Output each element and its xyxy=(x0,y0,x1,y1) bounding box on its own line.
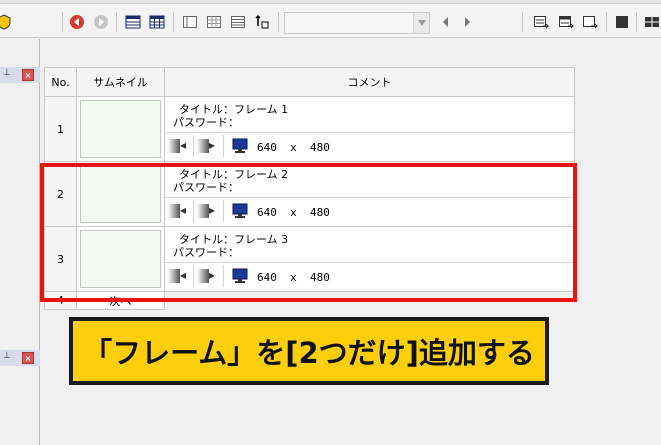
table-header-row: No. サムネイル コメント xyxy=(44,67,575,97)
toolbar xyxy=(0,0,661,38)
grid-view-icon[interactable] xyxy=(147,12,167,32)
column-header-thumbnail[interactable]: サムネイル xyxy=(76,67,165,97)
toolbar-separator xyxy=(62,12,63,32)
pin-icon[interactable]: ⊥ xyxy=(3,351,11,361)
next-icon[interactable] xyxy=(457,12,477,32)
stop-icon[interactable] xyxy=(612,12,632,32)
divider xyxy=(223,135,224,157)
monitor-icon[interactable] xyxy=(232,138,248,154)
column-header-no[interactable]: No. xyxy=(44,67,77,97)
divider xyxy=(193,135,194,157)
multi-frame-icon[interactable] xyxy=(204,12,224,32)
toolbar-separator xyxy=(522,12,523,32)
chevron-down-icon[interactable] xyxy=(413,13,429,33)
prev-icon[interactable] xyxy=(436,12,456,32)
single-frame-icon[interactable] xyxy=(180,12,200,32)
column-header-comment[interactable]: コメント xyxy=(164,67,575,97)
resolution-height: 480 xyxy=(310,141,330,154)
output-icon[interactable] xyxy=(580,12,600,32)
instruction-banner: 「フレーム」を[2つだけ]追加する xyxy=(69,317,549,385)
toolbar-separator xyxy=(278,12,279,32)
export-icon[interactable] xyxy=(531,12,551,32)
left-panel: ⊥ × ⊥ × xyxy=(0,39,40,445)
frame-select[interactable] xyxy=(284,12,430,34)
slide-in-icon[interactable]: ◂ xyxy=(168,137,190,154)
resolution: 640 x 480 xyxy=(257,141,330,154)
resolution-width: 640 xyxy=(257,141,277,154)
table-row[interactable]: 1 タイトル：フレーム 1 パスワード： ◂ ▸ 640 x 480 xyxy=(44,96,575,162)
toolbar-separator xyxy=(173,12,174,32)
row-number: 1 xyxy=(44,96,77,162)
thumbnail-cell[interactable] xyxy=(76,96,165,162)
thumbnail[interactable] xyxy=(80,100,161,158)
close-icon[interactable]: × xyxy=(22,352,34,364)
menu-strip-edge xyxy=(0,0,661,4)
toolbar-separator xyxy=(116,12,117,32)
pin-icon[interactable]: ⊥ xyxy=(3,68,11,78)
toolbar-separator xyxy=(606,12,607,32)
comment-cell[interactable]: タイトル：フレーム 1 パスワード： ◂ ▸ 640 x 480 xyxy=(164,96,575,162)
shield-icon[interactable] xyxy=(0,12,14,32)
resolution-x: x xyxy=(290,141,297,154)
list-view-icon[interactable] xyxy=(123,12,143,32)
panel-header: ⊥ × xyxy=(0,350,40,366)
import-icon[interactable] xyxy=(556,12,576,32)
panel-header: ⊥ × xyxy=(0,67,40,83)
toolbar-separator xyxy=(636,12,637,32)
back-red-icon[interactable] xyxy=(67,12,87,32)
highlight-frame xyxy=(40,163,577,302)
slide-out-icon[interactable]: ▸ xyxy=(197,137,219,154)
forward-gray-icon[interactable] xyxy=(91,12,111,32)
instruction-text: 「フレーム」を[2つだけ]追加する xyxy=(73,321,545,381)
cut-icon[interactable] xyxy=(642,12,661,32)
sort-icon[interactable] xyxy=(252,12,272,32)
lines-icon[interactable] xyxy=(228,12,248,32)
frame-password: パスワード： xyxy=(173,116,239,129)
close-icon[interactable]: × xyxy=(22,69,34,81)
